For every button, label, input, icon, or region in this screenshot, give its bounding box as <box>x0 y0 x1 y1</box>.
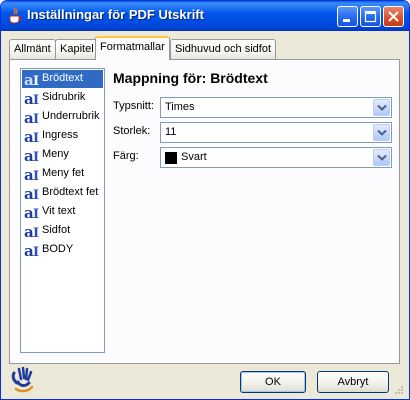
list-item-label: Brödtext fet <box>42 186 99 198</box>
list-item-label: Meny fet <box>42 167 85 179</box>
list-item-label: Brödtext <box>42 72 83 84</box>
svg-text:I: I <box>33 245 39 258</box>
svg-text:I: I <box>33 93 39 106</box>
font-dropdown-button[interactable] <box>373 99 390 116</box>
svg-text:I: I <box>33 112 39 125</box>
tab-sidhuvud-och-sidfot[interactable]: Sidhuvud och sidfot <box>170 39 277 59</box>
list-item[interactable]: a I Ingress <box>22 127 103 145</box>
list-item-label: BODY <box>42 243 74 255</box>
minimize-icon <box>343 19 350 22</box>
svg-text:I: I <box>33 150 39 163</box>
window-title: Inställningar för PDF Utskrift <box>27 7 204 22</box>
svg-text:I: I <box>33 188 39 201</box>
color-combo[interactable]: Svart <box>160 147 392 168</box>
font-style-icon: aI <box>24 223 39 239</box>
font-style-icon: aI <box>24 185 39 201</box>
settings-window: Inställningar för PDF Utskrift Allmänt K… <box>0 0 410 400</box>
list-item[interactable]: a I Underrubrik <box>22 108 103 126</box>
svg-text:I: I <box>33 131 39 144</box>
size-label: Storlek: <box>113 125 151 137</box>
java-cup-icon <box>9 7 22 24</box>
tab-allmant[interactable]: Allmänt <box>9 39 56 59</box>
font-style-icon: aI <box>24 128 39 144</box>
chevron-down-icon <box>377 129 387 136</box>
list-item[interactable]: a I BODY <box>22 241 103 259</box>
close-button[interactable] <box>383 6 404 27</box>
list-item-label: Sidfot <box>42 224 71 236</box>
font-style-icon: aI <box>24 71 39 87</box>
minimize-button[interactable] <box>337 6 358 27</box>
dialog-body: Allmänt Kapitel Formatmallar Sidhuvud oc… <box>4 31 406 397</box>
color-swatch <box>165 152 177 164</box>
tab-kapitel[interactable]: Kapitel <box>55 39 99 59</box>
chevron-down-icon <box>377 154 387 161</box>
app-logo-icon <box>11 366 34 393</box>
list-item[interactable]: a I Brödtext <box>22 70 103 88</box>
font-style-icon: aI <box>24 109 39 125</box>
svg-text:I: I <box>33 169 39 182</box>
mapping-title: Mappning för: Brödtext <box>113 70 268 86</box>
size-value: 11 <box>165 126 177 138</box>
size-combo[interactable]: 11 <box>160 122 392 143</box>
list-item-label: Ingress <box>42 129 79 141</box>
svg-text:I: I <box>33 207 39 220</box>
font-style-icon: aI <box>24 147 39 163</box>
list-item[interactable]: a I Meny fet <box>22 165 103 183</box>
maximize-button[interactable] <box>360 6 381 27</box>
list-item-label: Vit text <box>42 205 76 217</box>
font-combo[interactable]: Times <box>160 97 392 118</box>
color-label: Färg: <box>113 150 139 162</box>
ok-button[interactable]: OK <box>240 371 306 393</box>
list-item-label: Underrubrik <box>42 110 100 122</box>
tab-formatmallar[interactable]: Formatmallar <box>95 36 170 60</box>
svg-text:I: I <box>33 74 39 87</box>
list-item[interactable]: a I Sidfot <box>22 222 103 240</box>
title-bar[interactable]: Inställningar för PDF Utskrift <box>1 1 409 31</box>
list-item[interactable]: a I Brödtext fet <box>22 184 103 202</box>
font-value: Times <box>165 101 195 113</box>
color-value: Svart <box>181 151 207 163</box>
color-dropdown-button[interactable] <box>373 149 390 166</box>
resize-grip-icon[interactable] <box>393 384 404 395</box>
font-style-icon: aI <box>24 242 39 258</box>
maximize-icon <box>364 10 377 23</box>
chevron-down-icon <box>377 104 387 111</box>
formatmallar-panel: a I Brödtext a I Sidrubrik a I Underrubrik a I Ingr… <box>9 59 400 364</box>
list-item[interactable]: a I Sidrubrik <box>22 89 103 107</box>
list-item[interactable]: a I Vit text <box>22 203 103 221</box>
style-list[interactable]: a I Brödtext a I Sidrubrik a I Underrubrik a I Ingr… <box>20 68 105 353</box>
font-style-icon: aI <box>24 166 39 182</box>
close-icon <box>388 11 399 22</box>
list-item-label: Sidrubrik <box>42 91 86 103</box>
font-label: Typsnitt: <box>113 100 154 112</box>
cancel-button[interactable]: Avbryt <box>317 371 389 393</box>
size-dropdown-button[interactable] <box>373 124 390 141</box>
font-style-icon: aI <box>24 90 39 106</box>
font-style-icon: aI <box>24 204 39 220</box>
list-item[interactable]: a I Meny <box>22 146 103 164</box>
list-item-label: Meny <box>42 148 69 160</box>
svg-text:I: I <box>33 226 39 239</box>
